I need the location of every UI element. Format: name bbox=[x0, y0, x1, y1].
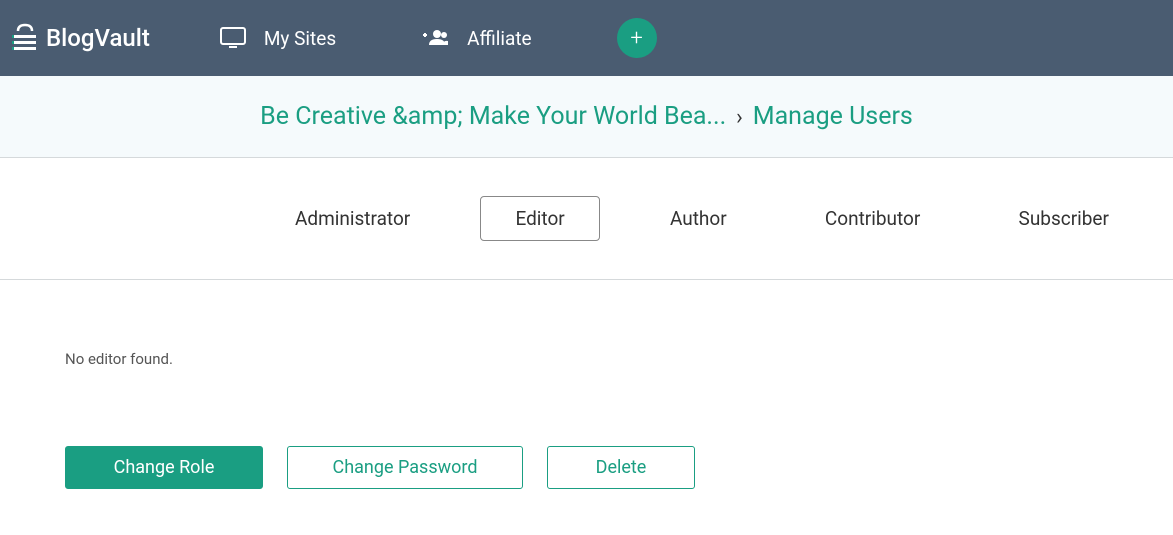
nav-my-sites[interactable]: My Sites bbox=[220, 27, 336, 50]
monitor-icon bbox=[220, 27, 246, 49]
top-navigation: BlogVault My Sites Affiliate + bbox=[0, 0, 1173, 76]
tab-administrator[interactable]: Administrator bbox=[267, 197, 438, 240]
tab-editor[interactable]: Editor bbox=[480, 196, 599, 241]
breadcrumb-current[interactable]: Manage Users bbox=[753, 102, 913, 131]
main-content: No editor found. Change Role Change Pass… bbox=[0, 280, 1173, 489]
role-tabs: Administrator Editor Author Contributor … bbox=[0, 158, 1173, 280]
delete-button[interactable]: Delete bbox=[547, 446, 695, 489]
change-password-button[interactable]: Change Password bbox=[287, 446, 523, 489]
plus-icon: + bbox=[630, 26, 642, 51]
change-role-button[interactable]: Change Role bbox=[65, 446, 263, 489]
breadcrumb: Be Creative &amp; Make Your World Bea...… bbox=[0, 76, 1173, 158]
empty-message: No editor found. bbox=[65, 350, 1108, 368]
tab-subscriber[interactable]: Subscriber bbox=[991, 197, 1137, 240]
add-button[interactable]: + bbox=[617, 18, 657, 58]
action-buttons: Change Role Change Password Delete bbox=[65, 446, 1108, 489]
nav-affiliate-label: Affiliate bbox=[467, 27, 531, 50]
group-add-icon bbox=[421, 29, 449, 47]
tab-author[interactable]: Author bbox=[642, 197, 755, 240]
nav-affiliate[interactable]: Affiliate bbox=[421, 27, 531, 50]
blogvault-logo-icon bbox=[12, 23, 38, 53]
tab-contributor[interactable]: Contributor bbox=[797, 197, 948, 240]
brand-name: BlogVault bbox=[46, 24, 150, 52]
breadcrumb-site-link[interactable]: Be Creative &amp; Make Your World Bea... bbox=[260, 102, 726, 131]
nav-my-sites-label: My Sites bbox=[264, 27, 336, 50]
brand-logo[interactable]: BlogVault bbox=[12, 23, 150, 53]
chevron-right-icon: › bbox=[736, 105, 743, 130]
